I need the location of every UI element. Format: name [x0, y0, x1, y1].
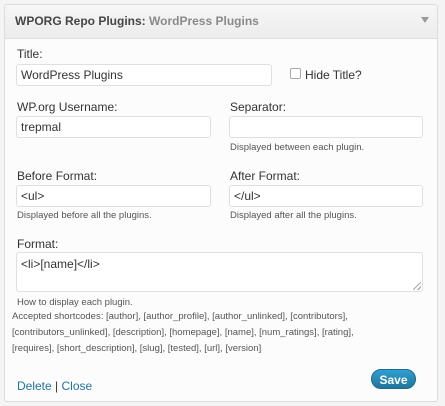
format-textarea[interactable]: <li>[name]</li> [16, 252, 423, 292]
separator-help: Displayed between each plugin. [230, 142, 365, 153]
widget-title-separator: : [141, 14, 146, 28]
after-format-help: Displayed after all the plugins. [230, 210, 357, 221]
chevron-down-icon[interactable] [421, 17, 429, 23]
widget-header[interactable]: WPORG Repo Plugins: WordPress Plugins [5, 5, 437, 39]
hide-title-checkbox[interactable] [290, 68, 301, 79]
shortcodes-line: [requires], [short_description], [slug],… [12, 343, 262, 354]
username-input[interactable] [16, 116, 211, 138]
before-format-label: Before Format: [17, 169, 98, 183]
format-help: How to display each plugin. [17, 297, 133, 308]
widget-title: WPORG Repo Plugins: WordPress Plugins [15, 14, 259, 28]
hide-title-label: Hide Title? [305, 68, 362, 82]
format-textarea-wrap: <li>[name]</li> [16, 252, 423, 292]
after-format-input[interactable] [229, 185, 423, 207]
username-label: WP.org Username: [17, 100, 118, 114]
close-link[interactable]: Close [62, 379, 93, 393]
before-format-input[interactable] [16, 185, 211, 207]
title-label: Title: [17, 47, 43, 61]
widget-instance-title: WordPress Plugins [149, 14, 259, 28]
shortcodes-help: Accepted shortcodes: [author], [author_p… [12, 309, 422, 357]
separator-input[interactable] [229, 116, 423, 138]
format-label: Format: [17, 237, 59, 251]
footer-links: Delete | Close [17, 379, 92, 393]
shortcodes-line: [contributors_unlinked], [description], … [12, 327, 354, 338]
shortcodes-line: Accepted shortcodes: [author], [author_p… [12, 311, 348, 322]
before-format-help: Displayed before all the plugins. [17, 210, 152, 221]
separator-label: Separator: [230, 100, 287, 114]
link-separator: | [55, 379, 59, 393]
save-button[interactable]: Save [371, 369, 416, 389]
title-input[interactable] [16, 64, 272, 86]
widget-plugin-name: WPORG Repo Plugins [15, 14, 142, 28]
after-format-label: After Format: [230, 169, 301, 183]
delete-link[interactable]: Delete [17, 379, 52, 393]
resize-grip-icon[interactable] [413, 282, 421, 290]
